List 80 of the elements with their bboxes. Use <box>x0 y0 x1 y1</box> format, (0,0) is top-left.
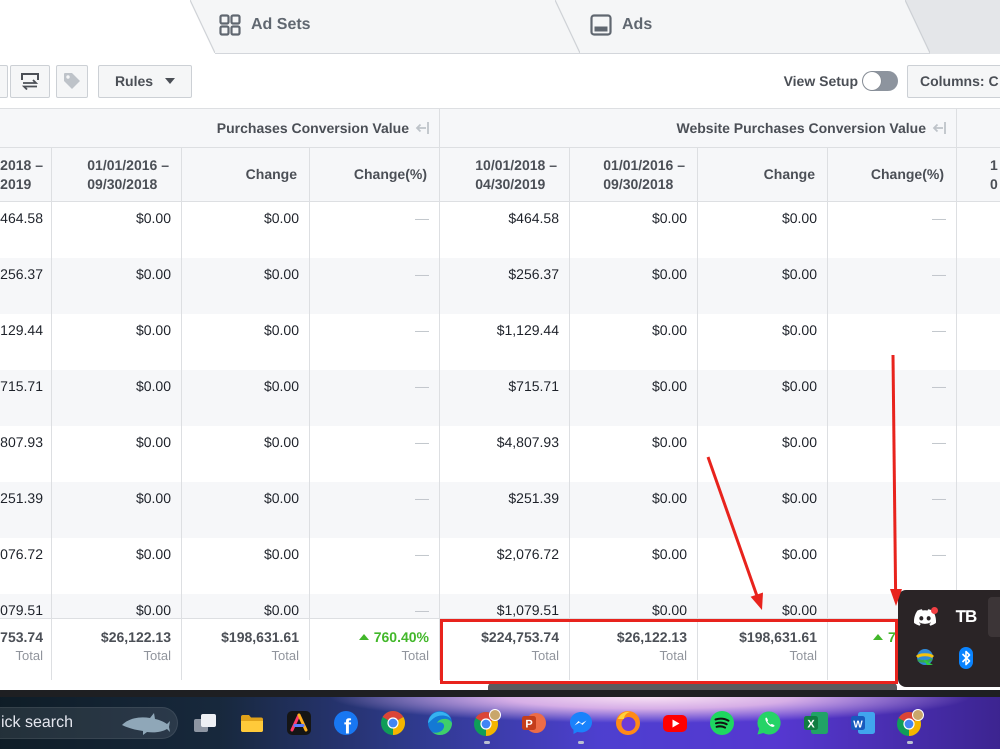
phone-bubble-icon[interactable] <box>756 710 782 736</box>
table-cell: $0.00 <box>52 482 182 538</box>
column-header[interactable]: 1 0 <box>990 156 998 194</box>
column-header[interactable]: Change(%) <box>870 165 944 184</box>
toggle-switch[interactable] <box>862 71 898 91</box>
total-value: $26,122.13 <box>100 629 171 645</box>
column-header[interactable]: 10/01/2018 – 04/30/2019 <box>475 156 557 194</box>
segmented-circle-avatar-icon[interactable] <box>896 709 924 737</box>
total-value: $198,631.61 <box>739 629 817 645</box>
table-cell: $715.71 <box>440 370 570 426</box>
segmented-circle-avatar-icon[interactable] <box>472 709 500 737</box>
tab[interactable]: Ad Sets <box>215 0 580 54</box>
table-cell: — <box>310 258 440 314</box>
table-cell: — <box>828 258 957 314</box>
table-cell: $0.00 <box>570 258 698 314</box>
total-label: Total <box>144 648 171 664</box>
column-header[interactable]: Change <box>246 165 297 184</box>
total-label: Total <box>660 648 687 664</box>
table-cell: $0.00 <box>570 482 698 538</box>
column-header[interactable]: Change <box>764 165 815 184</box>
table-cell: 251.39 <box>0 482 52 538</box>
triangle-logo-icon[interactable] <box>286 710 312 736</box>
taskbar-app-button[interactable]: X <box>792 697 839 749</box>
column-header[interactable]: Change(%) <box>354 165 427 184</box>
table-cell: $0.00 <box>698 258 828 314</box>
total-label: Total <box>790 648 817 664</box>
column-header[interactable]: 01/01/2016 – 09/30/2018 <box>87 156 169 194</box>
swap-button[interactable] <box>10 64 50 98</box>
tag-icon <box>62 71 82 91</box>
column-group-title: Purchases Conversion Value <box>216 120 409 136</box>
total-value: 760.40% <box>374 629 429 645</box>
table-cell: — <box>310 370 440 426</box>
table-cell: $0.00 <box>570 370 698 426</box>
total-value: $198,631.61 <box>221 629 299 645</box>
fish-illustration <box>120 711 170 735</box>
dropdown-button[interactable]: Rules <box>98 64 192 98</box>
taskbar-app-button[interactable]: P <box>510 697 557 749</box>
table-cell: $0.00 <box>182 370 310 426</box>
chat-bubble-icon[interactable] <box>568 710 594 736</box>
table-cell: $0.00 <box>698 482 828 538</box>
letter-circle-icon[interactable]: f <box>332 710 358 736</box>
column-header[interactable]: 01/01/2016 – 09/30/2018 <box>603 156 685 194</box>
sound-waves-icon[interactable] <box>708 710 734 736</box>
total-label: Total <box>532 648 559 664</box>
grid-icon <box>219 14 241 36</box>
columns-button[interactable]: Columns: C <box>907 64 1000 98</box>
segmented-circle-icon[interactable] <box>380 710 406 736</box>
table-cell: 256.37 <box>0 258 52 314</box>
total-value: 753.74 <box>0 629 43 645</box>
taskbar-app-button[interactable]: W <box>839 697 886 749</box>
table-cell: — <box>828 370 957 426</box>
total-value: $224,753.74 <box>481 629 559 645</box>
table-cell: $0.00 <box>182 258 310 314</box>
swap-arrows-icon <box>19 72 41 90</box>
caret-icon <box>165 78 176 84</box>
table-cell: — <box>310 482 440 538</box>
table-cell: $0.00 <box>182 482 310 538</box>
ball-logo-icon[interactable] <box>614 710 640 736</box>
bluetooth-icon[interactable] <box>959 647 973 669</box>
tab[interactable]: Ads <box>580 0 930 54</box>
table-cell: $0.00 <box>52 370 182 426</box>
column-group-title: Website Purchases Conversion Value <box>676 120 926 136</box>
table-cell: $251.39 <box>440 482 570 538</box>
swirl-icon[interactable] <box>426 710 452 736</box>
table-cell: $0.00 <box>698 370 828 426</box>
table-cell: $256.37 <box>440 258 570 314</box>
total-value: $26,122.13 <box>616 629 687 645</box>
table-cell: — <box>828 482 957 538</box>
table-cell: $0.00 <box>52 258 182 314</box>
tray-monogram[interactable]: TB <box>956 607 976 627</box>
taskbar-app-button[interactable]: f <box>322 697 369 749</box>
total-label: Total <box>16 648 43 664</box>
game-controller-icon[interactable] <box>914 608 936 626</box>
total-value: 7 <box>888 629 896 645</box>
total-label: Total <box>402 648 429 664</box>
table-cell: 715.71 <box>0 370 52 426</box>
view-setup-label: View Setup <box>784 73 858 89</box>
layout-icon <box>590 14 612 36</box>
total-label: Total <box>272 648 299 664</box>
column-header[interactable]: 2018 – 2019 <box>0 156 43 194</box>
